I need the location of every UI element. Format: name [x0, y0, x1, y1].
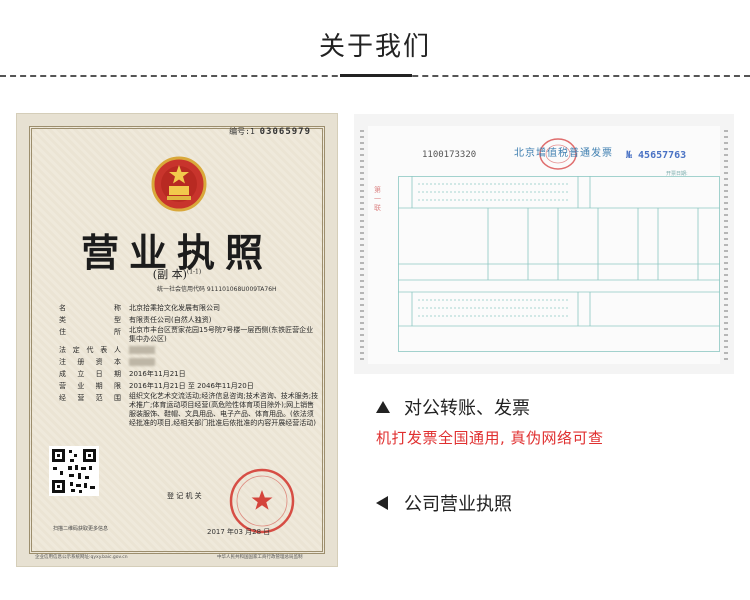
license-serial: 编号:1 03065979	[229, 126, 311, 137]
feature-business-license: 公司营业执照	[376, 490, 512, 516]
invoice-paper: 第一联 1100173320 北京增值税普通发票 № 45657763 开票日期…	[360, 126, 728, 364]
qr-caption: 扫描二维码获取更多信息	[53, 526, 109, 532]
license-footer-right: 中华人民共和国国家工商行政管理总局监制	[217, 555, 303, 560]
tractor-feed-left	[360, 126, 364, 364]
feature-business-license-label: 公司营业执照	[404, 494, 512, 515]
field-value: 北京拾乘拾文化发展有限公司	[129, 304, 220, 312]
triangle-left-icon	[376, 496, 388, 510]
license-fields: 名 称 北京拾乘拾文化发展有限公司 类 型 有限责任公司(自然人独资) 住 所 …	[59, 302, 319, 428]
invoice-table	[398, 176, 720, 352]
triangle-up-icon	[376, 401, 390, 413]
qr-code-icon	[49, 446, 99, 496]
license-field-row: 成立日期 2016年11月21日	[59, 368, 319, 380]
license-field-row: 法定代表人	[59, 344, 319, 356]
credit-code: 统一社会信用代码 911101068U009TA76H	[157, 286, 277, 293]
field-key: 成立日期	[59, 370, 121, 378]
field-key: 类 型	[59, 316, 121, 324]
license-copy-text: (副 本)	[152, 268, 187, 281]
registration-authority-label: 登 记 机 关	[167, 492, 202, 500]
feature-transfer-invoice-note: 机打发票全国通用, 真伪网络可查	[376, 429, 604, 447]
license-serial-number: 03065979	[259, 127, 311, 137]
field-value: 北京市丰台区贾家花园15号院7号楼一层西侧(东铁匠营企业集中办公区)	[129, 326, 314, 343]
license-field-row: 经营范围 组织文化艺术交流活动;经济信息咨询;技术咨询、技术服务;技术推广;体育…	[59, 392, 319, 428]
field-key: 法定代表人	[59, 346, 121, 354]
invoice-grid-lines	[398, 176, 720, 352]
business-license-photo: 编号:1 03065979 营业执照 (副 本)(1-1) 统一社会信用代码 9…	[17, 114, 337, 566]
license-date: 2017 年03 月28 日	[207, 528, 271, 536]
field-value: 有限责任公司(自然人独资)	[129, 316, 212, 324]
invoice-number: № 45657763	[626, 150, 687, 161]
license-field-row: 类 型 有限责任公司(自然人独资)	[59, 314, 319, 326]
title-divider	[0, 74, 750, 77]
tractor-feed-right	[724, 126, 728, 364]
field-key: 注册资本	[59, 358, 121, 366]
license-copy-label: (副 本)(1-1)	[17, 266, 337, 282]
page-title: 关于我们	[318, 32, 431, 62]
field-key: 经营范围	[59, 394, 121, 402]
field-value: 2016年11月21日 至 2046年11月20日	[129, 382, 254, 390]
official-seal-icon	[229, 468, 295, 534]
license-field-row: 营业期限 2016年11月21日 至 2046年11月20日	[59, 380, 319, 392]
field-key: 营业期限	[59, 382, 121, 390]
invoice-photo: 第一联 1100173320 北京增值税普通发票 № 45657763 开票日期…	[354, 114, 734, 374]
field-value: 2016年11月21日	[129, 370, 186, 378]
national-emblem-icon	[151, 156, 207, 212]
field-value: 组织文化艺术交流活动;经济信息咨询;技术咨询、技术服务;技术推广;体育运动项目经…	[129, 392, 319, 427]
invoice-code: 1100173320	[422, 150, 477, 160]
license-field-row: 注册资本	[59, 356, 319, 368]
invoice-title: 北京增值税普通发票	[514, 148, 613, 159]
license-field-row: 住 所 北京市丰台区贾家花园15号院7号楼一层西侧(东铁匠营企业集中办公区)	[59, 326, 319, 344]
license-serial-label: 编号:1	[229, 127, 255, 136]
license-copy-index: (1-1)	[186, 268, 202, 276]
field-key: 名 称	[59, 304, 121, 312]
invoice-side-note: 第一联	[374, 186, 381, 212]
field-key: 住 所	[59, 328, 121, 336]
feature-transfer-invoice-label: 对公转账、发票	[404, 398, 530, 419]
feature-transfer-invoice: 对公转账、发票	[376, 394, 530, 420]
redacted-value	[129, 358, 155, 366]
license-field-row: 名 称 北京拾乘拾文化发展有限公司	[59, 302, 319, 314]
license-footer-left: 企业信用信息公示系统网址:qyxy.baic.gov.cn	[35, 555, 128, 560]
redacted-value	[129, 346, 155, 354]
